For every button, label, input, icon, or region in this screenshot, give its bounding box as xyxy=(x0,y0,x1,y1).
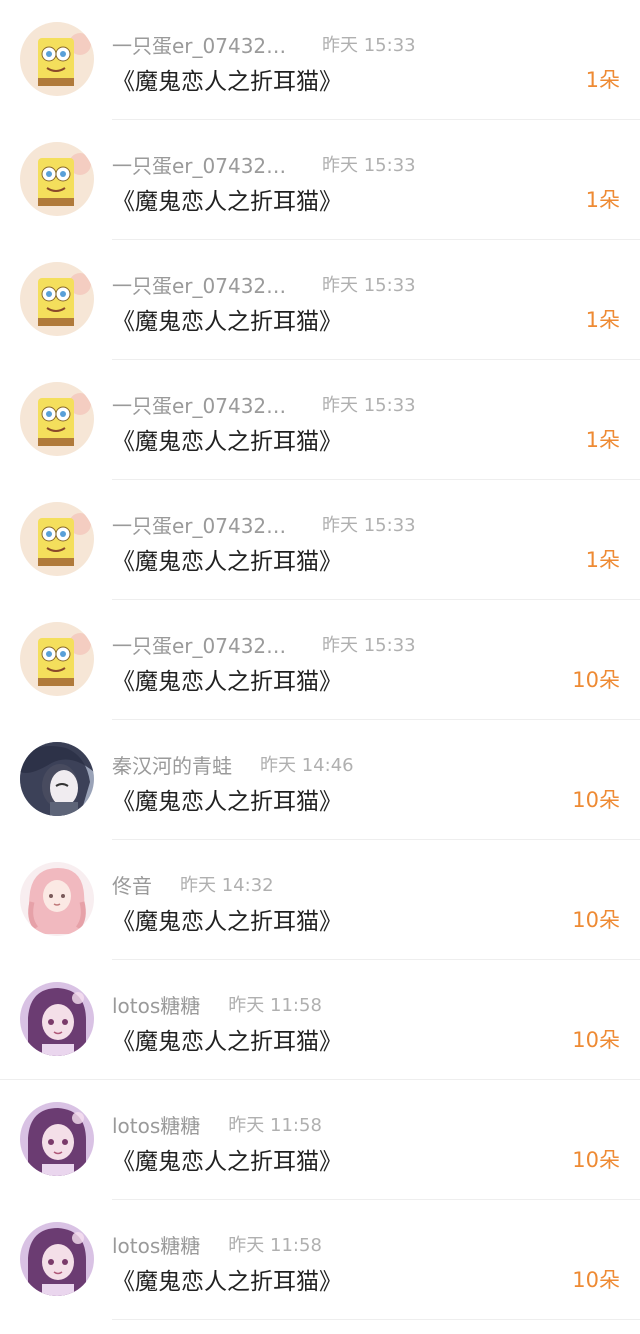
book-title: 《魔鬼恋人之折耳猫》 xyxy=(112,1029,342,1055)
book-title: 《魔鬼恋人之折耳猫》 xyxy=(112,429,342,455)
timestamp: 昨天 15:33 xyxy=(322,395,416,416)
list-item[interactable]: lotos糖糖 昨天 11:58 《魔鬼恋人之折耳猫》 10朵 xyxy=(0,960,640,1080)
item-meta: lotos糖糖 昨天 11:58 xyxy=(112,990,322,1018)
item-meta: lotos糖糖 昨天 11:58 xyxy=(112,1110,322,1138)
timestamp: 昨天 15:33 xyxy=(322,635,416,656)
flower-count: 1朵 xyxy=(585,548,620,572)
gift-record-list: 一只蛋er_074322... 昨天 15:33 《魔鬼恋人之折耳猫》 1朵 一… xyxy=(0,0,640,1334)
item-meta: lotos糖糖 昨天 11:58 xyxy=(112,1230,322,1258)
timestamp: 昨天 11:58 xyxy=(228,995,322,1016)
user-name[interactable]: 一只蛋er_074322... xyxy=(112,390,294,419)
item-meta: 一只蛋er_074322... 昨天 15:33 xyxy=(112,390,416,418)
flower-count: 10朵 xyxy=(572,1028,620,1052)
book-title: 《魔鬼恋人之折耳猫》 xyxy=(112,1149,342,1175)
spongebob-avatar[interactable] xyxy=(20,22,94,96)
timestamp: 昨天 15:33 xyxy=(322,35,416,56)
flower-count: 10朵 xyxy=(572,788,620,812)
timestamp: 昨天 11:58 xyxy=(228,1235,322,1256)
book-title: 《魔鬼恋人之折耳猫》 xyxy=(112,189,342,215)
item-meta: 佟音 昨天 14:32 xyxy=(112,870,274,898)
pink-hair-anime-avatar[interactable] xyxy=(20,862,94,936)
purple-anime-avatar[interactable] xyxy=(20,1222,94,1296)
item-meta: 秦汉河的青蛙 昨天 14:46 xyxy=(112,750,354,778)
book-title: 《魔鬼恋人之折耳猫》 xyxy=(112,309,342,335)
list-item[interactable]: 一只蛋er_074322... 昨天 15:33 《魔鬼恋人之折耳猫》 1朵 xyxy=(0,240,640,360)
spongebob-avatar[interactable] xyxy=(20,382,94,456)
timestamp: 昨天 14:32 xyxy=(180,875,274,896)
book-title: 《魔鬼恋人之折耳猫》 xyxy=(112,69,342,95)
flower-count: 1朵 xyxy=(585,308,620,332)
item-meta: 一只蛋er_074322... 昨天 15:33 xyxy=(112,150,416,178)
flower-count: 10朵 xyxy=(572,908,620,932)
timestamp: 昨天 14:46 xyxy=(260,755,354,776)
user-name[interactable]: lotos糖糖 xyxy=(112,990,200,1019)
timestamp: 昨天 15:33 xyxy=(322,515,416,536)
book-title: 《魔鬼恋人之折耳猫》 xyxy=(112,669,342,695)
flower-count: 10朵 xyxy=(572,1148,620,1172)
book-title: 《魔鬼恋人之折耳猫》 xyxy=(112,1269,342,1295)
list-item[interactable]: 一只蛋er_074322... 昨天 15:33 《魔鬼恋人之折耳猫》 10朵 xyxy=(0,600,640,720)
spongebob-avatar[interactable] xyxy=(20,262,94,336)
book-title: 《魔鬼恋人之折耳猫》 xyxy=(112,549,342,575)
user-name[interactable]: 一只蛋er_074322... xyxy=(112,630,294,659)
user-name[interactable]: lotos糖糖 xyxy=(112,1110,200,1139)
list-item[interactable]: lotos糖糖 昨天 11:58 《魔鬼恋人之折耳猫》 10朵 xyxy=(0,1200,640,1320)
spongebob-avatar[interactable] xyxy=(20,622,94,696)
spongebob-avatar[interactable] xyxy=(20,142,94,216)
item-meta: 一只蛋er_074322... 昨天 15:33 xyxy=(112,630,416,658)
list-item[interactable]: lotos糖糖 昨天 11:58 《魔鬼恋人之折耳猫》 10朵 xyxy=(0,1080,640,1200)
list-item[interactable]: 一只蛋er_074322... 昨天 15:33 《魔鬼恋人之折耳猫》 1朵 xyxy=(0,120,640,240)
list-item[interactable]: 佟音 昨天 14:32 《魔鬼恋人之折耳猫》 10朵 xyxy=(0,840,640,960)
item-meta: 一只蛋er_074322... 昨天 15:33 xyxy=(112,30,416,58)
list-item[interactable]: 一只蛋er_074322... 昨天 15:33 《魔鬼恋人之折耳猫》 1朵 xyxy=(0,0,640,120)
flower-count: 1朵 xyxy=(585,428,620,452)
user-name[interactable]: 一只蛋er_074322... xyxy=(112,30,294,59)
list-item[interactable]: 一只蛋er_074322... 昨天 15:33 《魔鬼恋人之折耳猫》 1朵 xyxy=(0,360,640,480)
user-name[interactable]: 佟音 xyxy=(112,870,152,899)
book-title: 《魔鬼恋人之折耳猫》 xyxy=(112,909,342,935)
item-meta: 一只蛋er_074322... 昨天 15:33 xyxy=(112,510,416,538)
purple-anime-avatar[interactable] xyxy=(20,1102,94,1176)
dark-anime-avatar[interactable] xyxy=(20,742,94,816)
book-title: 《魔鬼恋人之折耳猫》 xyxy=(112,789,342,815)
spongebob-avatar[interactable] xyxy=(20,502,94,576)
user-name[interactable]: lotos糖糖 xyxy=(112,1230,200,1259)
list-item[interactable]: 一只蛋er_074322... 昨天 15:33 《魔鬼恋人之折耳猫》 1朵 xyxy=(0,480,640,600)
flower-count: 1朵 xyxy=(585,188,620,212)
user-name[interactable]: 一只蛋er_074322... xyxy=(112,510,294,539)
timestamp: 昨天 11:58 xyxy=(228,1115,322,1136)
flower-count: 10朵 xyxy=(572,668,620,692)
user-name[interactable]: 一只蛋er_074322... xyxy=(112,270,294,299)
timestamp: 昨天 15:33 xyxy=(322,155,416,176)
user-name[interactable]: 一只蛋er_074322... xyxy=(112,150,294,179)
timestamp: 昨天 15:33 xyxy=(322,275,416,296)
list-item[interactable]: 秦汉河的青蛙 昨天 14:46 《魔鬼恋人之折耳猫》 10朵 xyxy=(0,720,640,840)
user-name[interactable]: 秦汉河的青蛙 xyxy=(112,750,232,779)
purple-anime-avatar[interactable] xyxy=(20,982,94,1056)
divider xyxy=(112,1319,640,1320)
flower-count: 10朵 xyxy=(572,1268,620,1292)
item-meta: 一只蛋er_074322... 昨天 15:33 xyxy=(112,270,416,298)
flower-count: 1朵 xyxy=(585,68,620,92)
